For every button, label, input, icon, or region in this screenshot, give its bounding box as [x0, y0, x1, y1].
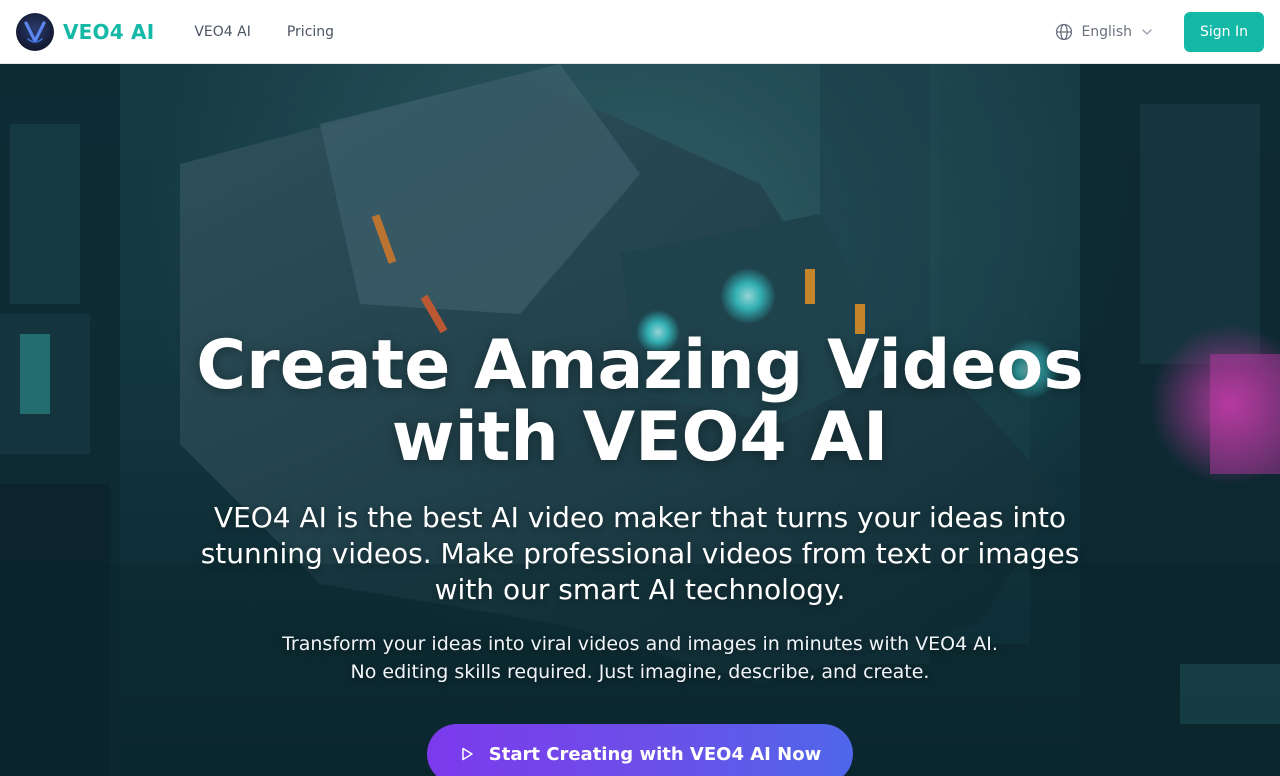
veo4-logo-icon — [16, 12, 54, 51]
hero-description: Transform your ideas into viral videos a… — [260, 630, 1020, 686]
hero-description-line-2: No editing skills required. Just imagine… — [350, 661, 930, 683]
hero-title: Create Amazing Videos with VEO4 AI — [196, 326, 1084, 477]
start-creating-label: Start Creating with VEO4 AI Now — [488, 743, 822, 765]
nav-link-veo4-ai[interactable]: VEO4 AI — [194, 24, 251, 40]
language-selector[interactable]: English — [1055, 23, 1154, 41]
hero-description-line-1: Transform your ideas into viral videos a… — [282, 633, 998, 655]
hero-subtitle: VEO4 AI is the best AI video maker that … — [200, 501, 1080, 606]
brand-name: VEO4 AI — [63, 19, 155, 44]
top-navigation-bar: VEO4 AI VEO4 AI Pricing English Sign In — [0, 0, 1280, 64]
hero-content: Create Amazing Videos with VEO4 AI VEO4 … — [0, 64, 1280, 776]
language-label: English — [1081, 23, 1132, 40]
main-nav: VEO4 AI Pricing — [194, 24, 334, 40]
sign-in-button[interactable]: Sign In — [1184, 11, 1264, 52]
play-icon — [462, 747, 473, 761]
nav-link-pricing[interactable]: Pricing — [287, 24, 334, 40]
start-creating-button[interactable]: Start Creating with VEO4 AI Now — [426, 724, 854, 776]
globe-icon — [1056, 23, 1073, 40]
brand-logo-link[interactable]: VEO4 AI — [16, 12, 155, 51]
chevron-down-icon — [1142, 28, 1152, 35]
hero-section: Create Amazing Videos with VEO4 AI VEO4 … — [0, 64, 1280, 776]
